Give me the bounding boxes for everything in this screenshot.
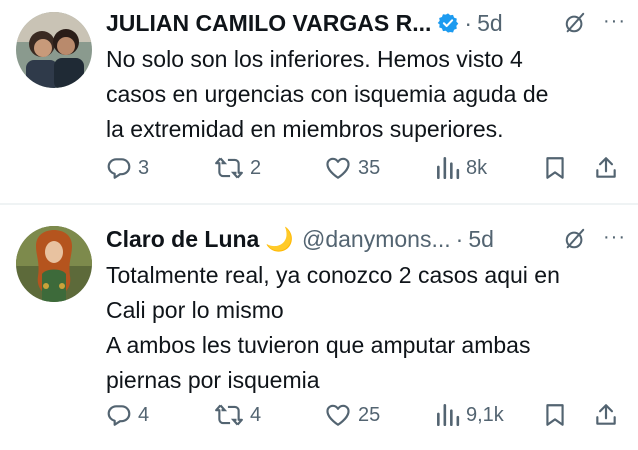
author-name[interactable]: JULIAN CAMILO VARGAS R...	[106, 10, 431, 37]
tweet-text-line: Cali por lo mismo	[106, 297, 284, 323]
views-count: 9,1k	[466, 403, 504, 426]
bookmark-icon	[546, 157, 564, 179]
like-count: 25	[358, 403, 381, 426]
author-handle[interactable]: @danymons...	[302, 226, 451, 253]
more-icon[interactable]: ···	[603, 226, 626, 249]
grok-icon[interactable]	[564, 12, 586, 40]
action-bar: 4 4 25 9,1k	[106, 402, 626, 432]
retweet-icon	[215, 404, 243, 426]
tweet-text-line: piernas por isquemia	[106, 367, 320, 393]
tweet-text-line: A ambos les tuvieron que amputar ambas	[106, 332, 531, 358]
action-bar: 3 2 35 8k	[106, 155, 626, 185]
share-button[interactable]	[593, 402, 619, 428]
reply-icon	[107, 158, 131, 179]
like-icon	[326, 157, 350, 179]
tweet-text-line: Totalmente real, ya conozco 2 casos aqui…	[106, 262, 560, 288]
avatar[interactable]	[16, 226, 92, 302]
retweet-button[interactable]: 4	[214, 402, 261, 428]
verified-badge-icon	[437, 12, 459, 34]
tweet-text-line: casos en urgencias con isquemia aguda de	[106, 81, 549, 107]
views-icon	[437, 403, 460, 427]
separator-dot: ·	[455, 225, 464, 252]
views-count: 8k	[466, 156, 488, 179]
separator-dot: ·	[464, 9, 473, 36]
reply-icon	[107, 405, 131, 426]
bookmark-button[interactable]	[542, 155, 568, 181]
share-button[interactable]	[593, 155, 619, 181]
tweet-header: JULIAN CAMILO VARGAS R... · 5d ···	[106, 8, 638, 38]
divider	[0, 203, 638, 205]
tweet-header: Claro de Luna 🌙 @danymons... · 5d ···	[106, 224, 638, 254]
more-icon[interactable]: ···	[603, 10, 626, 33]
author-name[interactable]: Claro de Luna	[106, 226, 259, 253]
bookmark-button[interactable]	[542, 402, 568, 428]
like-count: 35	[358, 156, 381, 179]
tweet-text: No solo son los inferiores. Hemos visto …	[106, 42, 626, 147]
timestamp[interactable]: 5d	[468, 226, 494, 253]
moon-emoji: 🌙	[265, 225, 294, 252]
bookmark-icon	[546, 404, 564, 426]
reply-count: 4	[138, 403, 150, 426]
retweet-button[interactable]: 2	[214, 155, 261, 181]
views-button[interactable]: 8k	[434, 155, 487, 181]
tweet-text-line: la extremidad en miembros superiores.	[106, 116, 504, 142]
retweet-icon	[215, 157, 243, 179]
reply-count: 3	[138, 156, 150, 179]
reply-button[interactable]: 3	[106, 155, 149, 181]
views-icon	[437, 156, 460, 180]
like-button[interactable]: 25	[324, 402, 380, 428]
tweet-text-line: No solo son los inferiores. Hemos visto …	[106, 46, 523, 72]
timestamp[interactable]: 5d	[477, 10, 503, 37]
share-icon	[596, 157, 616, 178]
tweet-2[interactable]: Claro de Luna 🌙 @danymons... · 5d ··· To…	[0, 206, 638, 450]
reply-button[interactable]: 4	[106, 402, 149, 428]
share-icon	[596, 404, 616, 425]
views-button[interactable]: 9,1k	[434, 402, 504, 428]
like-icon	[326, 404, 350, 426]
retweet-count: 4	[250, 403, 262, 426]
avatar[interactable]	[16, 12, 92, 88]
tweet-text: Totalmente real, ya conozco 2 casos aqui…	[106, 258, 626, 398]
tweet-1[interactable]: JULIAN CAMILO VARGAS R... · 5d ··· No so…	[0, 0, 638, 204]
grok-icon[interactable]	[564, 228, 586, 256]
retweet-count: 2	[250, 156, 262, 179]
like-button[interactable]: 35	[324, 155, 380, 181]
